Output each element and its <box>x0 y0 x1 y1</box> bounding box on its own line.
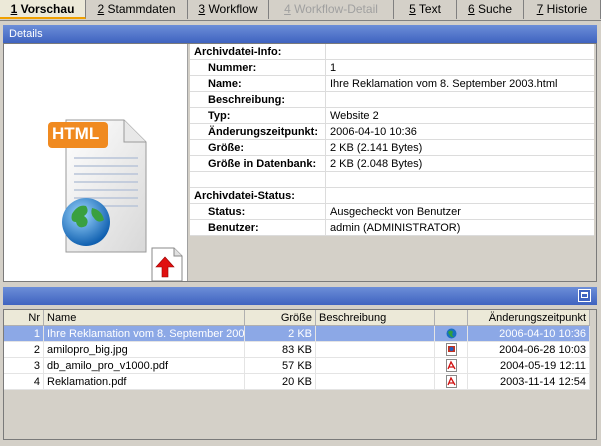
details-panel: HTML Archivdatei-Info: Nummer: 1 Name: Ihr… <box>3 43 597 282</box>
property-row: Archivdatei-Info: <box>190 44 594 60</box>
property-row: Name: Ihre Reklamation vom 8. September 2… <box>190 75 594 92</box>
table-row[interactable]: 2 amilopro_big.jpg 83 KB 2004-06-28 10:0… <box>4 341 590 358</box>
tab-text[interactable]: 5 Text <box>394 0 457 19</box>
tab-workflow[interactable]: 3 Workflow <box>188 0 269 19</box>
maximize-icon[interactable] <box>578 289 591 302</box>
table-row[interactable]: 3 db_amilo_pro_v1000.pdf 57 KB 2004-05-1… <box>4 357 590 374</box>
file-preview: HTML <box>4 44 188 281</box>
pdf-file-icon <box>445 375 457 388</box>
property-row: Größe in Datenbank: 2 KB (2.048 Bytes) <box>190 155 594 172</box>
column-header-icon[interactable] <box>434 310 468 326</box>
column-header-beschreibung[interactable]: Beschreibung <box>315 310 435 326</box>
file-list-header-row: Nr Name Größe Beschreibung Änderungszeit… <box>4 310 590 326</box>
property-row: Beschreibung: <box>190 91 594 108</box>
image-file-icon <box>445 343 457 356</box>
tab-suche[interactable]: 6 Suche <box>457 0 524 19</box>
column-header-aenderung[interactable]: Änderungszeitpunkt <box>467 310 590 326</box>
table-row[interactable]: 1 Ihre Reklamation vom 8. September 2003… <box>4 325 590 342</box>
column-header-groesse[interactable]: Größe <box>244 310 316 326</box>
html-badge-label: HTML <box>52 124 100 143</box>
tab-historie[interactable]: 7 Historie <box>524 0 601 19</box>
column-header-name[interactable]: Name <box>43 310 245 326</box>
file-list-panel: Nr Name Größe Beschreibung Änderungszeit… <box>3 309 597 440</box>
tab-vorschau[interactable]: 1 Vorschau <box>0 0 86 19</box>
tab-bar: 1 Vorschau 2 Stammdaten 3 Workflow 4 Wor… <box>0 0 601 21</box>
tab-stammdaten[interactable]: 2 Stammdaten <box>86 0 188 19</box>
property-row: Archivdatei-Status: <box>190 187 594 204</box>
property-row: Typ: Website 2 <box>190 107 594 124</box>
details-panel-header: Details <box>3 25 597 43</box>
pdf-file-icon <box>445 359 457 372</box>
checked-out-document-icon <box>151 247 183 281</box>
property-row: Größe: 2 KB (2.141 Bytes) <box>190 139 594 156</box>
property-row: Benutzer: admin (ADMINISTRATOR) <box>190 219 594 236</box>
property-row: Status: Ausgecheckt von Benutzer <box>190 203 594 220</box>
column-header-nr[interactable]: Nr <box>4 310 44 326</box>
property-row <box>190 171 594 188</box>
tab-workflow-detail[interactable]: 4 Workflow-Detail <box>269 0 394 19</box>
property-row: Nummer: 1 <box>190 59 594 76</box>
html-globe-icon <box>446 328 456 339</box>
details-title: Details <box>9 28 43 40</box>
property-row: Änderungszeitpunkt: 2006-04-10 10:36 <box>190 123 594 140</box>
table-row[interactable]: 4 Reklamation.pdf 20 KB 2003-11-14 12:54 <box>4 373 590 390</box>
properties-table: Archivdatei-Info: Nummer: 1 Name: Ihre Rek… <box>190 44 594 236</box>
file-list-table: Nr Name Größe Beschreibung Änderungszeit… <box>4 310 590 390</box>
file-list-header <box>3 287 597 305</box>
